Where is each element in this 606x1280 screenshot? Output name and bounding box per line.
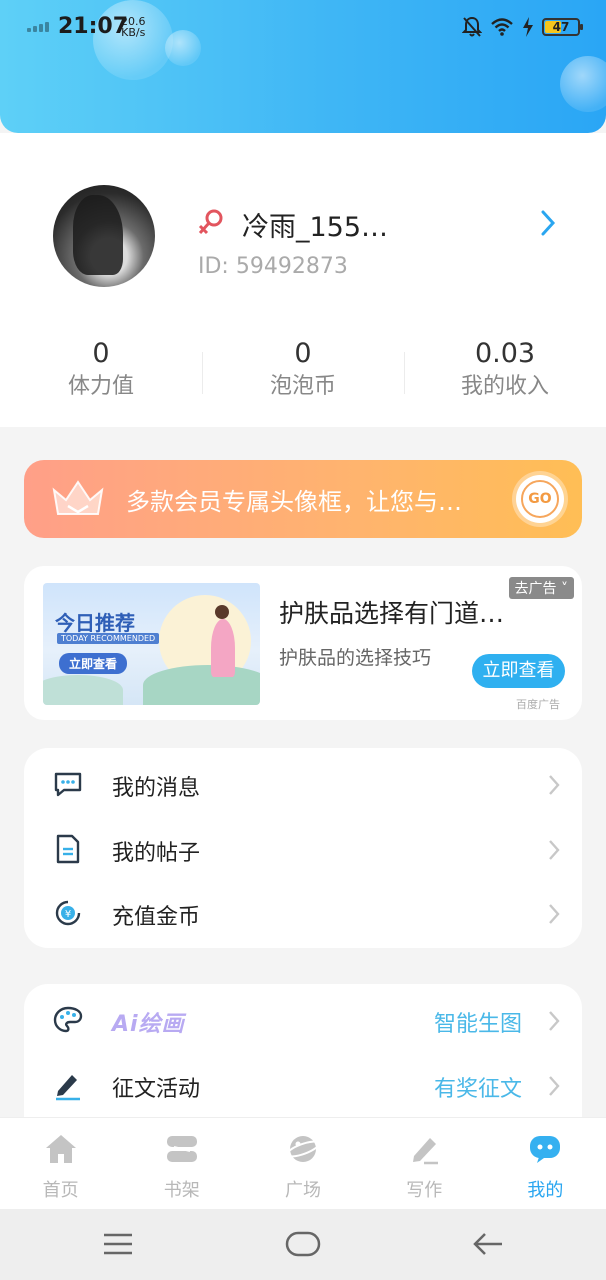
status-bar: 21:07 20.6 KB/s 47 — [0, 0, 606, 56]
ad-image[interactable]: 今日推荐 TODAY RECOMMENDED 立即查看 — [43, 583, 260, 705]
tab-home[interactable]: 首页 — [0, 1118, 121, 1209]
go-button[interactable]: GO — [516, 475, 564, 523]
ad-view-button[interactable]: 立即查看 — [472, 654, 565, 688]
tab-me[interactable]: 我的 — [485, 1118, 606, 1209]
menu-group-1: 我的消息 我的帖子 ¥ 充值金币 — [24, 748, 582, 948]
tab-bookshelf[interactable]: 书架 — [121, 1118, 242, 1209]
battery-icon: 47 — [542, 18, 583, 36]
ad-title: 护肤品选择有门道… — [279, 599, 505, 628]
menu-item-messages[interactable]: 我的消息 — [24, 752, 582, 816]
remove-ad-button[interactable]: 去广告 ˅ — [508, 577, 574, 599]
planet-icon — [285, 1136, 321, 1162]
system-nav-bar — [0, 1209, 606, 1280]
chevron-right-icon — [549, 775, 560, 795]
user-id: ID: 59492873 — [198, 254, 348, 279]
wifi-icon — [491, 18, 513, 36]
profile-stats: 0 体力值 0 泡泡币 0.03 我的收入 — [0, 338, 606, 418]
avatar[interactable] — [53, 185, 155, 287]
chevron-right-icon — [549, 1011, 560, 1031]
yuan-coin-icon: ¥ — [55, 900, 81, 926]
vip-banner[interactable]: 多款会员专属头像框，让您与… GO — [24, 460, 582, 538]
palette-icon — [53, 1006, 83, 1033]
mute-bell-icon — [462, 16, 482, 37]
document-icon — [56, 834, 80, 864]
crown-icon — [52, 480, 104, 515]
nickname: 冷雨_155… — [242, 212, 389, 243]
stat-income[interactable]: 0.03 我的收入 — [404, 338, 606, 418]
menu-group-2: Ai绘画 智能生图 征文活动 有奖征文 — [24, 984, 582, 1134]
stat-bubble-coins[interactable]: 0 泡泡币 — [202, 338, 404, 418]
back-icon[interactable] — [472, 1231, 504, 1257]
chevron-right-icon[interactable] — [540, 209, 556, 237]
svg-text:¥: ¥ — [65, 909, 71, 920]
menu-item-ai-drawing[interactable]: Ai绘画 智能生图 — [24, 988, 582, 1052]
me-icon — [530, 1136, 561, 1163]
ad-source: 百度广告 — [516, 698, 560, 711]
essay-contest-extra: 有奖征文 — [433, 1077, 522, 1102]
ai-drawing-label: Ai绘画 — [112, 1012, 185, 1037]
tab-write[interactable]: 写作 — [364, 1118, 485, 1209]
charging-icon — [523, 17, 533, 37]
ad-card[interactable]: 今日推荐 TODAY RECOMMENDED 立即查看 护肤品选择有门道… 护肤… — [24, 566, 582, 720]
vip-banner-text: 多款会员专属头像框，让您与… — [126, 488, 462, 516]
home-button-icon[interactable] — [285, 1231, 321, 1257]
profile-section[interactable]: 冷雨_155… ID: 59492873 0 体力值 0 泡泡币 0.03 我的… — [0, 133, 606, 427]
ad-description: 护肤品的选择技巧 — [279, 647, 432, 669]
menu-item-posts[interactable]: 我的帖子 — [24, 817, 582, 881]
female-gender-icon — [198, 209, 223, 235]
net-speed: 20.6 KB/s — [121, 15, 146, 39]
chevron-right-icon — [549, 1076, 560, 1096]
chevron-right-icon — [549, 904, 560, 924]
menu-item-essay-contest[interactable]: 征文活动 有奖征文 — [24, 1053, 582, 1117]
chevron-right-icon — [549, 840, 560, 860]
status-time: 21:07 — [58, 14, 129, 39]
menu-item-recharge[interactable]: ¥ 充值金币 — [24, 881, 582, 945]
tab-square[interactable]: 广场 — [242, 1118, 363, 1209]
ai-drawing-extra: 智能生图 — [433, 1012, 522, 1037]
pencil-icon — [56, 1075, 80, 1101]
home-icon — [45, 1135, 76, 1163]
bookshelf-icon — [166, 1136, 197, 1162]
signal-icon — [27, 22, 49, 32]
bottom-nav: 首页 书架 广场 写作 我的 — [0, 1117, 606, 1209]
stat-stamina[interactable]: 0 体力值 — [0, 338, 202, 418]
menu-icon[interactable] — [102, 1231, 134, 1257]
message-icon — [54, 772, 82, 797]
write-icon — [413, 1138, 439, 1165]
